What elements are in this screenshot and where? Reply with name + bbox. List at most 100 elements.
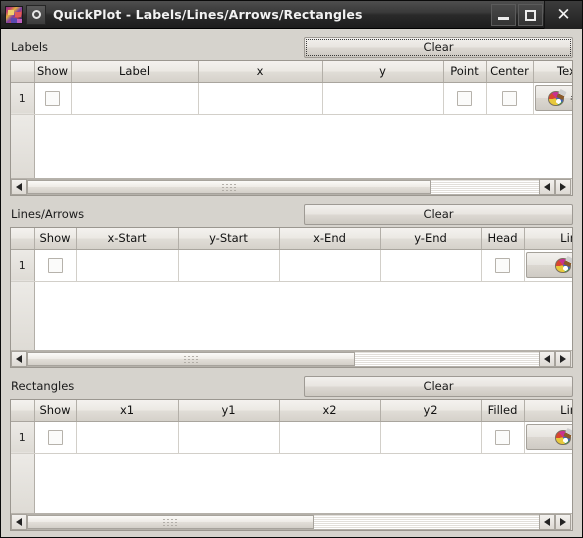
lines-head-checkbox[interactable] bbox=[495, 257, 510, 273]
rectangles-scroll-right-button[interactable] bbox=[555, 514, 571, 530]
rectangles-section-title: Rectangles bbox=[11, 379, 75, 393]
window-menu-icon[interactable] bbox=[26, 4, 46, 25]
clear-labels-button[interactable]: Clear bbox=[304, 36, 573, 58]
lines-scroll-track[interactable] bbox=[27, 351, 539, 367]
rectangles-col-filled[interactable]: Filled bbox=[481, 400, 525, 422]
clear-rectangles-button[interactable]: Clear bbox=[304, 375, 573, 397]
lines-header-row: Show x-Start y-Start x-End y-End Head Li… bbox=[11, 228, 572, 250]
labels-section: Labels Clear Show Label x y Point Center… bbox=[10, 36, 573, 196]
lines-row-number: 1 bbox=[11, 249, 35, 282]
rectangles-filled-cell[interactable] bbox=[481, 421, 525, 454]
labels-show-checkbox[interactable] bbox=[45, 90, 60, 106]
labels-hscrollbar[interactable] bbox=[11, 178, 572, 195]
arrow-right-icon bbox=[560, 355, 566, 363]
labels-point-cell[interactable] bbox=[443, 82, 487, 115]
minimize-button[interactable] bbox=[491, 4, 516, 26]
lines-hscrollbar[interactable] bbox=[11, 350, 572, 367]
rectangles-hscrollbar[interactable] bbox=[11, 513, 572, 530]
lines-line-color-cell[interactable]: #000 bbox=[524, 249, 572, 282]
rectangles-show-cell[interactable] bbox=[34, 421, 77, 454]
lines-scroll-left-button-2[interactable] bbox=[539, 351, 555, 367]
labels-label-input[interactable] bbox=[71, 82, 199, 115]
rectangles-show-checkbox[interactable] bbox=[47, 429, 63, 445]
labels-text-color-value: #000000 bbox=[570, 91, 572, 105]
labels-scroll-thumb[interactable] bbox=[27, 180, 432, 194]
labels-text-color-button[interactable]: #000000 bbox=[534, 85, 572, 111]
labels-table: Show Label x y Point Center Text Color F… bbox=[11, 61, 572, 115]
labels-col-text-color[interactable]: Text Color bbox=[533, 61, 572, 83]
maximize-icon bbox=[525, 9, 536, 21]
close-button[interactable]: ✕ bbox=[544, 1, 582, 29]
rectangles-line-color-button[interactable]: #000 bbox=[525, 424, 572, 450]
labels-center-cell[interactable] bbox=[486, 82, 534, 115]
labels-x-input[interactable] bbox=[198, 82, 323, 115]
labels-section-header: Labels Clear bbox=[10, 36, 573, 58]
lines-show-cell[interactable] bbox=[34, 249, 77, 282]
clear-lines-button[interactable]: Clear bbox=[304, 203, 573, 225]
labels-text-color-cell[interactable]: #000000 bbox=[533, 82, 572, 115]
lines-col-y-start[interactable]: y-Start bbox=[178, 228, 280, 250]
lines-scroll-buttons bbox=[539, 351, 572, 367]
labels-col-label[interactable]: Label bbox=[71, 61, 199, 83]
labels-y-input[interactable] bbox=[322, 82, 444, 115]
rectangles-col-y2[interactable]: y2 bbox=[380, 400, 482, 422]
arrow-left-icon bbox=[544, 183, 550, 191]
lines-scroll-left-button[interactable] bbox=[11, 351, 27, 367]
rectangles-rowheader-filler bbox=[11, 453, 35, 513]
lines-x-start-input[interactable] bbox=[76, 249, 179, 282]
rectangles-scroll-thumb[interactable] bbox=[27, 515, 314, 529]
rectangles-x2-input[interactable] bbox=[279, 421, 381, 454]
labels-col-point[interactable]: Point bbox=[443, 61, 487, 83]
lines-scroll-right-button[interactable] bbox=[555, 351, 571, 367]
lines-head-cell[interactable] bbox=[481, 249, 525, 282]
quickplot-app-icon bbox=[5, 5, 23, 24]
lines-col-show[interactable]: Show bbox=[34, 228, 77, 250]
lines-show-checkbox[interactable] bbox=[47, 257, 63, 273]
labels-table-area: Show Label x y Point Center Text Color F… bbox=[11, 61, 572, 178]
labels-scroll-left-button-2[interactable] bbox=[539, 179, 555, 195]
labels-row-1: 1 #000000 bbox=[11, 82, 572, 115]
lines-y-start-input[interactable] bbox=[178, 249, 280, 282]
rectangles-col-x1[interactable]: x1 bbox=[76, 400, 179, 422]
rectangles-col-show[interactable]: Show bbox=[34, 400, 77, 422]
quickplot-window: QuickPlot - Labels/Lines/Arrows/Rectangl… bbox=[0, 0, 583, 538]
maximize-button[interactable] bbox=[518, 4, 543, 26]
lines-col-x-start[interactable]: x-Start bbox=[76, 228, 179, 250]
lines-y-end-input[interactable] bbox=[380, 249, 482, 282]
labels-col-show[interactable]: Show bbox=[34, 61, 72, 83]
lines-x-end-input[interactable] bbox=[279, 249, 381, 282]
lines-scroll-thumb[interactable] bbox=[27, 352, 355, 366]
rectangles-y1-input[interactable] bbox=[178, 421, 280, 454]
labels-col-center[interactable]: Center bbox=[486, 61, 534, 83]
labels-col-x[interactable]: x bbox=[198, 61, 323, 83]
lines-line-color-button[interactable]: #000 bbox=[525, 252, 572, 278]
labels-col-y[interactable]: y bbox=[322, 61, 444, 83]
lines-col-line-color[interactable]: Line Co bbox=[524, 228, 572, 250]
lines-col-x-end[interactable]: x-End bbox=[279, 228, 381, 250]
rectangles-col-line-color[interactable]: Line Co bbox=[524, 400, 572, 422]
lines-col-y-end[interactable]: y-End bbox=[380, 228, 482, 250]
lines-section-title: Lines/Arrows bbox=[11, 207, 85, 221]
rectangles-scroll-left-button[interactable] bbox=[11, 514, 27, 530]
labels-scroll-track[interactable] bbox=[27, 179, 539, 195]
rectangles-filled-checkbox[interactable] bbox=[495, 429, 510, 445]
labels-point-checkbox[interactable] bbox=[457, 90, 472, 106]
rectangles-col-y1[interactable]: y1 bbox=[178, 400, 280, 422]
rectangles-y2-input[interactable] bbox=[380, 421, 482, 454]
lines-col-head[interactable]: Head bbox=[481, 228, 525, 250]
rectangles-scroll-left-button-2[interactable] bbox=[539, 514, 555, 530]
rectangles-line-color-cell[interactable]: #000 bbox=[524, 421, 572, 454]
labels-show-cell[interactable] bbox=[34, 82, 72, 115]
labels-scroll-left-button[interactable] bbox=[11, 179, 27, 195]
arrow-right-icon bbox=[560, 183, 566, 191]
labels-center-checkbox[interactable] bbox=[502, 90, 517, 106]
labels-header-row: Show Label x y Point Center Text Color F… bbox=[11, 61, 572, 83]
rectangles-table-area: Show x1 y1 x2 y2 Filled Line Co 1 bbox=[11, 400, 572, 513]
rectangles-col-x2[interactable]: x2 bbox=[279, 400, 381, 422]
window-title: QuickPlot - Labels/Lines/Arrows/Rectangl… bbox=[53, 7, 363, 22]
rectangles-table: Show x1 y1 x2 y2 Filled Line Co 1 bbox=[11, 400, 572, 454]
rectangles-scroll-track[interactable] bbox=[27, 514, 539, 530]
rectangles-x1-input[interactable] bbox=[76, 421, 179, 454]
labels-scroll-buttons bbox=[539, 179, 572, 195]
labels-scroll-right-button[interactable] bbox=[555, 179, 571, 195]
